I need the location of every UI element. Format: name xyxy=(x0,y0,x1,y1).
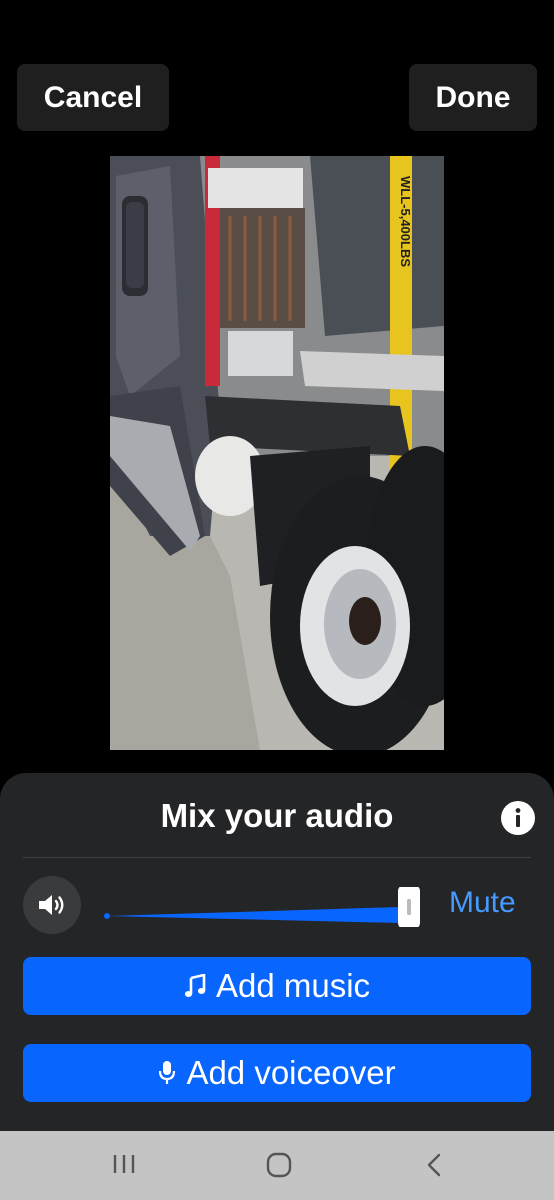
music-note-icon xyxy=(184,974,206,997)
volume-button[interactable] xyxy=(23,876,81,934)
sheet-title: Mix your audio xyxy=(160,797,394,834)
microphone-icon xyxy=(159,1061,176,1084)
back-icon[interactable] xyxy=(422,1151,446,1184)
volume-slider-thumb[interactable] xyxy=(398,885,420,929)
volume-slider-track xyxy=(106,907,400,923)
recents-icon[interactable] xyxy=(112,1151,136,1182)
home-icon[interactable] xyxy=(265,1151,293,1184)
speaker-icon xyxy=(39,895,64,915)
volume-slider[interactable] xyxy=(104,885,422,929)
cancel-button[interactable]: Cancel xyxy=(17,64,169,131)
system-nav-bar xyxy=(0,1131,554,1200)
add-voiceover-button[interactable]: Add voiceover xyxy=(23,1044,531,1102)
add-music-button[interactable]: Add music xyxy=(23,957,531,1015)
info-icon[interactable] xyxy=(501,801,535,835)
video-preview: WLL-5,400LBS xyxy=(110,156,444,750)
strap-text: WLL-5,400LBS xyxy=(398,176,413,267)
mute-button[interactable]: Mute xyxy=(449,886,516,920)
add-music-label: Add music xyxy=(215,967,371,1004)
add-voiceover-label: Add voiceover xyxy=(186,1054,396,1091)
divider xyxy=(23,857,531,858)
done-button[interactable]: Done xyxy=(409,64,537,131)
audio-mix-sheet: Mix your audio Mute Add music Add voiceo… xyxy=(0,773,554,1131)
